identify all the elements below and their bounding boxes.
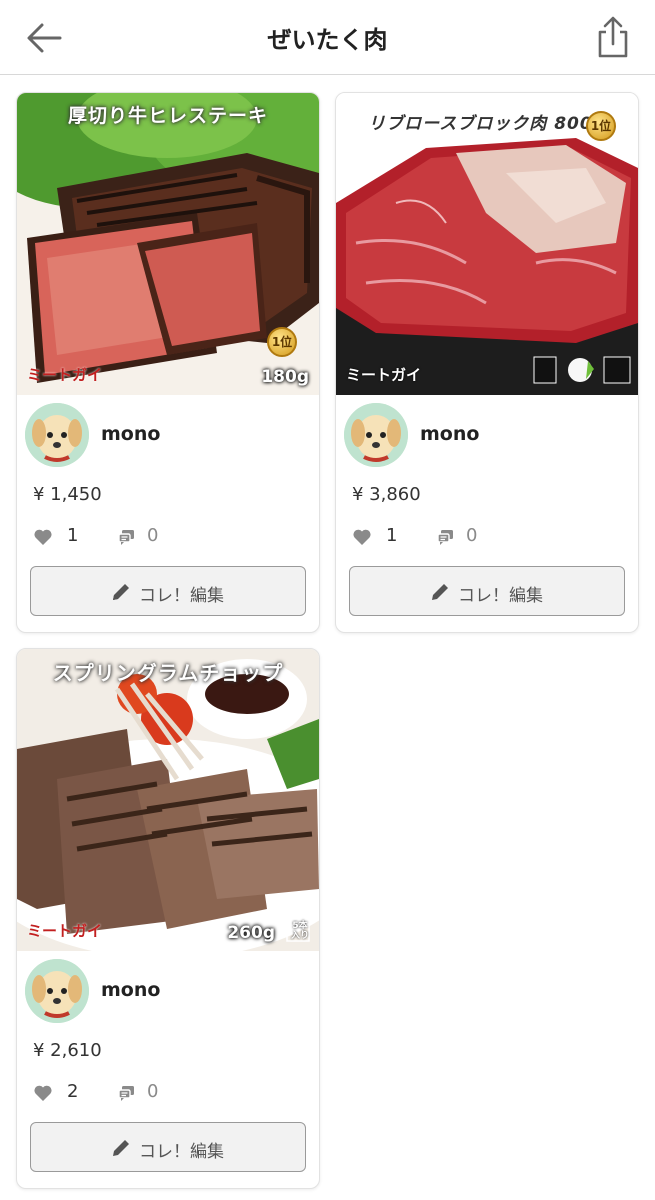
comment-icon[interactable] — [117, 1083, 137, 1103]
edit-button-label: コレ！編集 — [139, 586, 224, 606]
app-header: ぜいたく肉 — [0, 0, 655, 75]
price: ¥ 3,860 — [352, 484, 421, 505]
heart-icon[interactable] — [352, 527, 372, 547]
product-image[interactable]: 厚切り牛ヒレステーキ 1位 ミートガイ 180g — [17, 93, 319, 395]
edit-button-label: コレ！編集 — [458, 586, 543, 606]
pencil-icon — [113, 1140, 129, 1156]
rank-badge: 1位 — [267, 327, 297, 357]
stats-row: 1 0 — [352, 525, 612, 549]
username[interactable]: mono — [101, 979, 160, 1001]
like-count: 2 — [67, 1081, 79, 1102]
avatar[interactable] — [25, 959, 89, 1023]
product-image[interactable]: スプリングラムチョップ ミートガイ 260g 5本入り — [17, 649, 319, 951]
count-label: 5本入り — [290, 921, 309, 941]
product-image[interactable]: リブロースブロック肉 800g 1位 ミートガイ — [336, 93, 638, 395]
page-title: ぜいたく肉 — [267, 26, 388, 54]
dog-avatar-icon — [25, 959, 89, 1023]
dog-avatar-icon — [25, 403, 89, 467]
image-caption: スプリングラムチョップ — [52, 661, 284, 685]
username[interactable]: mono — [420, 423, 479, 445]
heart-icon[interactable] — [33, 1083, 53, 1103]
share-button[interactable] — [590, 14, 636, 60]
weight-label: 180g — [261, 367, 309, 387]
product-card[interactable]: スプリングラムチョップ ミートガイ 260g 5本入り mono ¥ 2,610… — [16, 648, 320, 1189]
dog-avatar-icon — [344, 403, 408, 467]
brand-logo: ミートガイ — [27, 922, 103, 940]
comment-icon[interactable] — [117, 527, 137, 547]
avatar[interactable] — [25, 403, 89, 467]
avatar[interactable] — [344, 403, 408, 467]
image-caption: 厚切り牛ヒレステーキ — [67, 105, 268, 127]
product-card[interactable]: 厚切り牛ヒレステーキ 1位 ミートガイ 180g mono ¥ 1,450 1 — [16, 92, 320, 633]
comment-count: 0 — [147, 1081, 159, 1102]
back-button[interactable] — [22, 18, 66, 58]
comment-count: 0 — [147, 525, 159, 546]
user-row[interactable]: mono — [25, 403, 305, 467]
stats-row: 1 0 — [33, 525, 293, 549]
heart-icon[interactable] — [33, 527, 53, 547]
like-count: 1 — [386, 525, 398, 546]
rank-badge: 1位 — [586, 111, 616, 141]
comment-icon[interactable] — [436, 527, 456, 547]
price: ¥ 2,610 — [33, 1040, 102, 1061]
brand-logo: ミートガイ — [27, 366, 103, 384]
product-card[interactable]: リブロースブロック肉 800g 1位 ミートガイ mono ¥ 3,860 1 — [335, 92, 639, 633]
share-icon — [598, 16, 628, 58]
comment-count: 0 — [466, 525, 478, 546]
like-count: 1 — [67, 525, 79, 546]
user-row[interactable]: mono — [344, 403, 624, 467]
price: ¥ 1,450 — [33, 484, 102, 505]
pencil-icon — [113, 584, 129, 600]
pencil-icon — [432, 584, 448, 600]
weight-label: 260g — [227, 923, 275, 943]
user-row[interactable]: mono — [25, 959, 305, 1023]
arrow-left-icon — [27, 23, 62, 53]
username[interactable]: mono — [101, 423, 160, 445]
edit-button-label: コレ！編集 — [139, 1142, 224, 1162]
brand-logo: ミートガイ — [346, 366, 422, 384]
lamb-chop-photo — [17, 649, 319, 951]
stats-row: 2 0 — [33, 1081, 293, 1105]
edit-button[interactable]: コレ！編集 — [30, 1122, 306, 1172]
edit-button[interactable]: コレ！編集 — [349, 566, 625, 616]
edit-button[interactable]: コレ！編集 — [30, 566, 306, 616]
